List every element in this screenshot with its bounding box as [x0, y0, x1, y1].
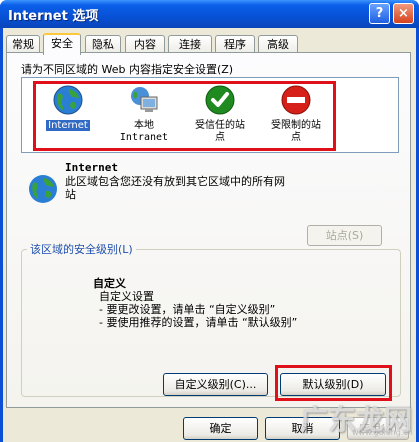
help-button[interactable]: ? [369, 3, 390, 24]
custom-level-title: 自定义 [93, 277, 126, 290]
sites-button[interactable]: 站点(S) [307, 225, 382, 246]
ok-button[interactable]: 确定 [183, 417, 258, 440]
title-bar[interactable]: Internet 选项 ? × [0, 0, 419, 28]
dialog-client-area: 常规 安全 隐私 内容 连接 程序 高级 请为不同区域的 Web 内容指定安全设… [3, 28, 416, 442]
default-level-highlight-box [275, 365, 392, 401]
close-button[interactable]: × [393, 3, 414, 24]
zone-caption: 请为不同区域的 Web 内容指定安全设置(Z) [21, 63, 234, 76]
custom-level-button[interactable]: 自定义级别(C)... [163, 373, 268, 396]
globe-icon [29, 175, 57, 203]
custom-level-line: - 要使用推荐的设置，请单击 “默认级别” [99, 316, 298, 329]
custom-level-line: - 要更改设置，请单击 “自定义级别” [99, 303, 276, 316]
security-tab-panel: 请为不同区域的 Web 内容指定安全设置(Z) Internet 本地 Intr… [6, 52, 411, 408]
zones-highlight-box [33, 81, 336, 151]
security-level-group-title: 该区域的安全级别(L) [27, 241, 136, 257]
window-title: Internet 选项 [8, 9, 99, 24]
zone-info-title: Internet [65, 161, 118, 174]
zone-info: Internet 此区域包含您还没有放到其它区域中的所有网站 [21, 161, 401, 211]
zone-info-description: 此区域包含您还没有放到其它区域中的所有网站 [65, 175, 285, 201]
watermark-url: www.gdlong.cn [352, 428, 413, 437]
custom-level-line: 自定义设置 [99, 290, 154, 303]
tab-security[interactable]: 安全 [43, 33, 81, 55]
internet-options-window: Internet 选项 ? × 常规 安全 隐私 内容 连接 程序 高级 请为不… [0, 0, 419, 442]
